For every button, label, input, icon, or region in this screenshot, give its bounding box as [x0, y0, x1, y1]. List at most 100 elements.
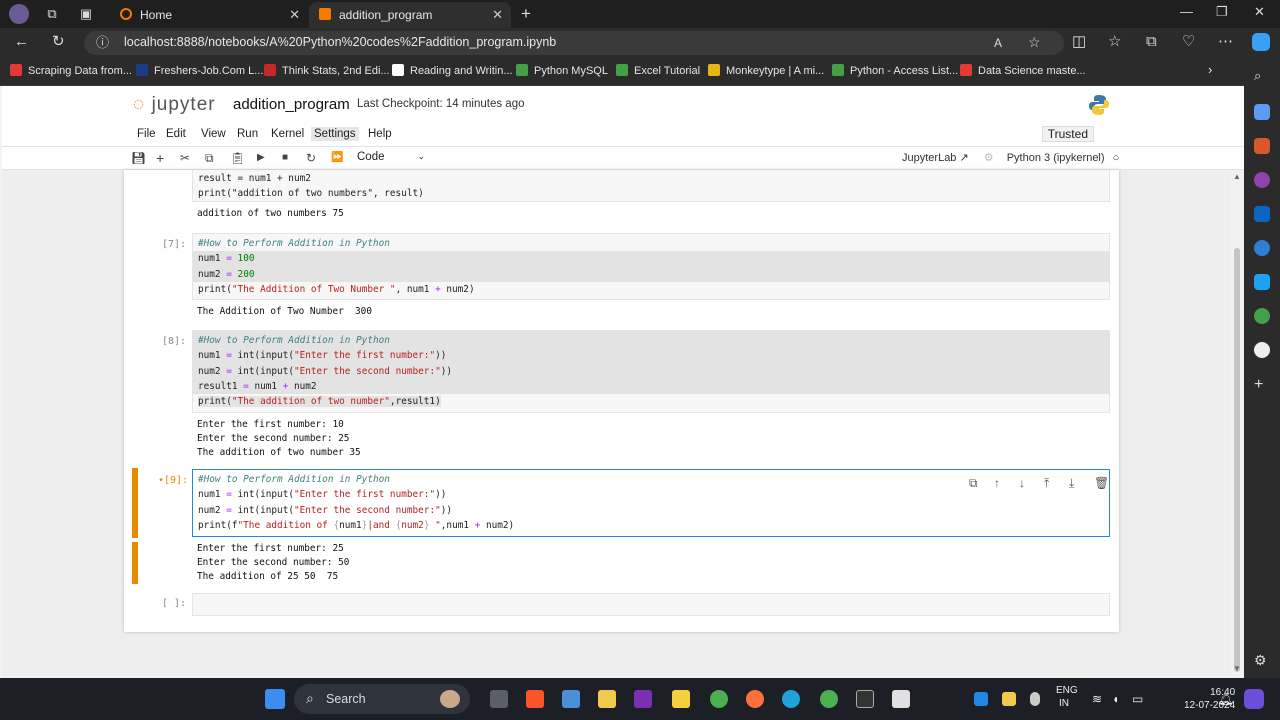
stop-icon[interactable]: ■	[282, 151, 288, 165]
code-cell-input[interactable]: #How to Perform Addition in Python num1 …	[192, 233, 1110, 300]
code-cell-input[interactable]: result = num1 + num2 print("addition of …	[192, 170, 1110, 202]
move-down-icon[interactable]: ↓	[1019, 476, 1025, 490]
bookmark-item[interactable]: Monkeytype | A mi...	[708, 64, 824, 77]
sidebar-settings-icon[interactable]: ⚙	[1254, 652, 1270, 668]
search-icon[interactable]: ⌕	[1254, 68, 1270, 84]
onenote-icon[interactable]	[634, 690, 652, 708]
bookmarks-overflow-icon[interactable]: ›	[1208, 62, 1212, 77]
menu-file[interactable]: File	[134, 127, 159, 141]
collections-icon[interactable]: ⧉	[1146, 33, 1157, 51]
tab-actions-icon[interactable]: ▣	[78, 6, 94, 22]
active-cell-output-marker[interactable]	[132, 542, 138, 584]
copy-icon[interactable]: ⧉	[205, 151, 214, 165]
move-up-icon[interactable]: ↑	[994, 476, 1000, 490]
bookmark-item[interactable]: Data Science maste...	[960, 64, 1086, 77]
jupyter-logo[interactable]: ◌ jupyter	[133, 94, 216, 116]
settings-gear-icon[interactable]: ⚙	[984, 152, 994, 164]
bookmark-item[interactable]: Python MySQL	[516, 64, 608, 77]
volume-icon[interactable]: ◖	[1112, 692, 1126, 706]
menu-help[interactable]: Help	[365, 127, 395, 141]
drop-icon[interactable]	[1254, 240, 1270, 256]
read-aloud-icon[interactable]: A	[994, 34, 1002, 52]
close-window-icon[interactable]: ✕	[1254, 4, 1265, 20]
copilot-icon[interactable]	[1252, 33, 1270, 51]
tray-app-icon[interactable]	[1002, 692, 1016, 706]
more-menu-icon[interactable]: ⋯	[1218, 33, 1233, 51]
minimize-icon[interactable]: —	[1180, 4, 1193, 19]
outlook-icon[interactable]	[1254, 206, 1270, 222]
chrome-profile-icon[interactable]	[820, 690, 838, 708]
delete-cell-icon[interactable]: 🗑︎	[1094, 476, 1109, 490]
menu-view[interactable]: View	[198, 127, 229, 141]
back-icon[interactable]: ←	[14, 33, 29, 51]
url-box[interactable]: ⓘ localhost:8888/notebooks/A%20Python%20…	[84, 31, 1064, 55]
insert-below-icon[interactable]: ⤓	[1069, 476, 1074, 491]
jupyterlab-link[interactable]: JupyterLab	[902, 152, 956, 164]
sticky-notes-icon[interactable]	[672, 690, 690, 708]
menu-settings[interactable]: Settings	[311, 127, 359, 141]
insert-above-icon[interactable]: ⤒	[1044, 476, 1049, 491]
chrome-icon[interactable]	[710, 690, 728, 708]
trusted-badge[interactable]: Trusted	[1041, 126, 1094, 142]
scroll-up-icon[interactable]: ▲	[1233, 172, 1241, 181]
brave-icon[interactable]	[526, 690, 544, 708]
cell-type-select[interactable]: Code ⌄	[357, 151, 425, 163]
run-icon[interactable]: ▶	[257, 151, 265, 165]
shopping-icon[interactable]	[1254, 104, 1270, 120]
favorites-icon[interactable]: ☆	[1108, 33, 1121, 51]
close-tab-icon[interactable]: ✕	[289, 3, 300, 27]
tab-home[interactable]: Home ✕	[110, 2, 308, 28]
restart-icon[interactable]: ↻	[306, 151, 316, 165]
bookmark-item[interactable]: Python - Access List...	[832, 64, 958, 77]
active-code-cell-input[interactable]: #How to Perform Addition in Python num1 …	[192, 469, 1110, 537]
page-scrollbar[interactable]: ▲ ▼	[1231, 170, 1243, 678]
notifications-icon[interactable]: 🔔︎	[1218, 692, 1233, 706]
new-tab-icon[interactable]: +	[518, 5, 534, 22]
tab-addition-program[interactable]: addition_program ✕	[309, 2, 511, 28]
copilot-taskbar-icon[interactable]	[1244, 689, 1264, 709]
language-indicator[interactable]: ENG IN	[1056, 684, 1078, 710]
info-icon[interactable]: ⓘ	[96, 34, 109, 52]
photos-icon[interactable]	[562, 690, 580, 708]
insert-cell-icon[interactable]: +	[156, 151, 164, 165]
edge-icon[interactable]	[782, 690, 800, 708]
menu-kernel[interactable]: Kernel	[268, 127, 307, 141]
defender-icon[interactable]	[974, 692, 988, 706]
code-cell-input[interactable]: #How to Perform Addition in Python num1 …	[192, 330, 1110, 413]
menu-run[interactable]: Run	[234, 127, 261, 141]
active-cell-input-marker[interactable]	[132, 468, 138, 538]
bookmark-item[interactable]: Scraping Data from...	[10, 64, 132, 77]
bookmark-item[interactable]: Think Stats, 2nd Edi...	[264, 64, 390, 77]
empty-code-cell-input[interactable]	[192, 593, 1110, 616]
profile-avatar[interactable]	[9, 4, 29, 24]
task-view-icon[interactable]	[490, 690, 508, 708]
scroll-down-icon[interactable]: ▼	[1233, 664, 1241, 673]
taskbar-search[interactable]: ⌕ Search	[294, 684, 470, 714]
menu-edit[interactable]: Edit	[163, 127, 189, 141]
refresh-icon[interactable]: ↻	[52, 33, 65, 51]
file-explorer-icon[interactable]	[598, 690, 616, 708]
kernel-name[interactable]: Python 3 (ipykernel)	[1007, 152, 1105, 164]
split-screen-icon[interactable]: ◫	[1072, 33, 1086, 51]
terminal-icon[interactable]	[856, 690, 874, 708]
telegram-icon[interactable]	[1254, 274, 1270, 290]
paste-icon[interactable]: 📋︎	[230, 151, 245, 165]
battery-icon[interactable]: ▭	[1132, 692, 1146, 706]
firefox-icon[interactable]	[746, 690, 764, 708]
tree-icon[interactable]	[1254, 308, 1270, 324]
notebook-title[interactable]: addition_program	[233, 96, 350, 113]
bookmark-item[interactable]: Excel Tutorial	[616, 64, 700, 77]
games-icon[interactable]	[1254, 172, 1270, 188]
browser-essentials-icon[interactable]: ♡	[1182, 33, 1195, 51]
save-icon[interactable]: 💾︎	[131, 151, 146, 165]
maximize-icon[interactable]: ❐	[1216, 4, 1228, 20]
wifi-icon[interactable]: ≋	[1092, 692, 1106, 706]
bookmark-item[interactable]: Reading and Writin...	[392, 64, 513, 77]
url-text[interactable]: localhost:8888/notebooks/A%20Python%20co…	[124, 35, 556, 49]
workspaces-icon[interactable]: ⧉	[44, 6, 60, 22]
duplicate-cell-icon[interactable]: ⧉	[969, 476, 978, 491]
favorite-star-icon[interactable]: ☆	[1028, 33, 1041, 51]
bookmark-item[interactable]: Freshers-Job.Com L...	[136, 64, 263, 77]
close-tab-icon[interactable]: ✕	[492, 3, 503, 27]
chatgpt-icon[interactable]	[1254, 342, 1270, 358]
